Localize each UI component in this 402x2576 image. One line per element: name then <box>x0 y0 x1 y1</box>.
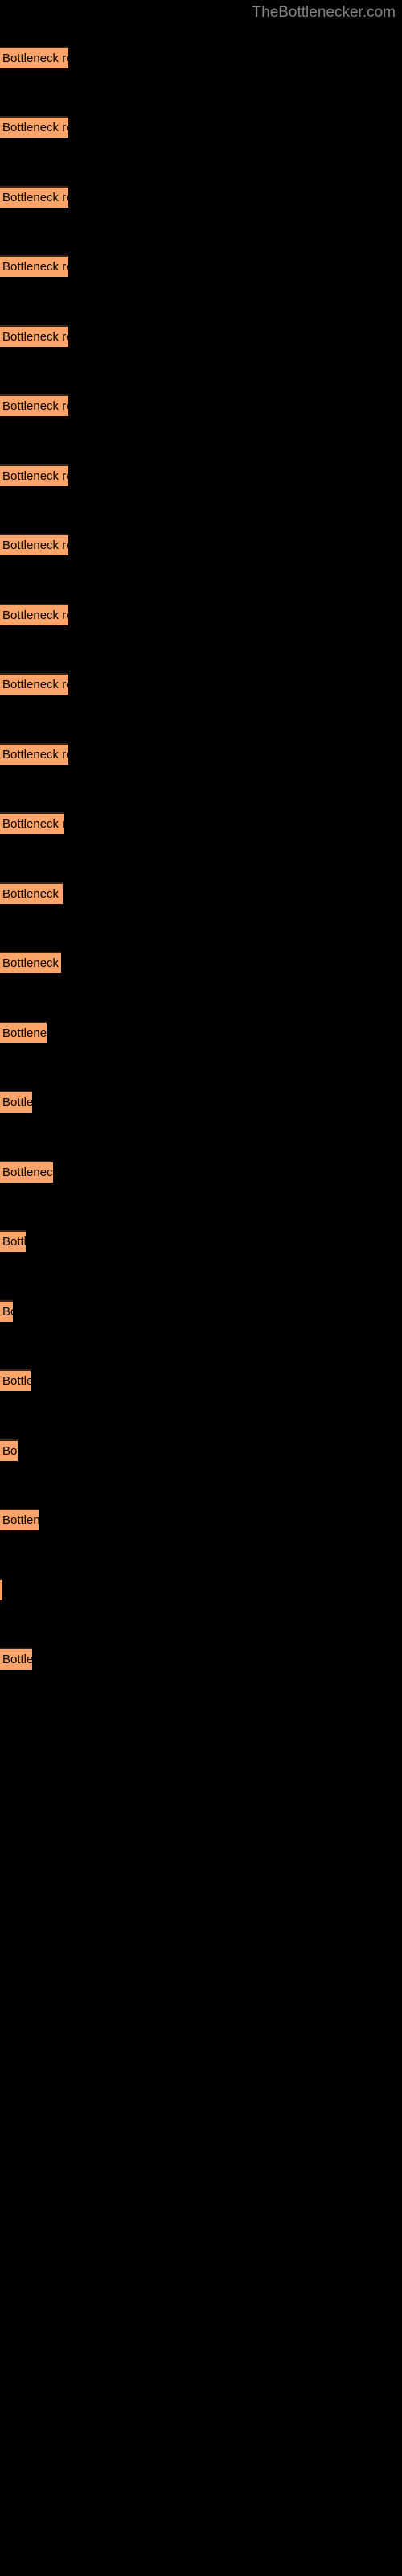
bar-label: Bottleneck result <box>2 887 63 901</box>
bar-item[interactable]: Bottleneck result <box>0 1022 47 1043</box>
bar-item[interactable]: Bottleneck result <box>0 952 61 973</box>
bar-item[interactable]: Bottleneck result <box>0 604 68 625</box>
bar-label: Bottleneck result <box>2 1166 53 1179</box>
bar-item[interactable]: Bottleneck result <box>0 1161 53 1183</box>
bar-label: Bottleneck result <box>2 469 68 483</box>
bar-label: Bottleneck result <box>2 609 68 622</box>
bar-label: Bottleneck result <box>2 1026 47 1040</box>
bar-label: Bottleneck result <box>2 399 68 413</box>
bar-label: Bottleneck result <box>2 956 61 970</box>
bar-item[interactable]: Bottleneck result <box>0 812 64 834</box>
bar-label: Bottleneck result <box>2 1374 31 1388</box>
bar-item[interactable]: Bottleneck result <box>0 1579 2 1600</box>
bar-item[interactable]: Bottleneck result <box>0 1369 31 1391</box>
bar-item[interactable]: Bottleneck result <box>0 673 68 695</box>
bar-label: Bottleneck result <box>2 1513 39 1527</box>
bar-item[interactable]: Bottleneck result <box>0 1648 32 1670</box>
bar-label: Bottleneck result <box>2 539 68 552</box>
bar-item[interactable]: Bottleneck result <box>0 1091 32 1113</box>
bar-label: Bottleneck result <box>2 330 68 344</box>
bar-item[interactable]: Bottleneck result <box>0 1300 13 1322</box>
bar-item[interactable]: Bottleneck result <box>0 743 68 765</box>
bar-item[interactable]: Bottleneck result <box>0 325 68 347</box>
bar-label: Bottleneck result <box>2 1653 32 1666</box>
bar-label: Bottleneck result <box>2 121 68 134</box>
bar-label: Bottleneck result <box>2 1305 13 1319</box>
bar-label: Bottleneck result <box>2 817 64 831</box>
bar-label: Bottleneck result <box>2 1444 18 1458</box>
bar-label: Bottleneck result <box>2 191 68 204</box>
bar-item[interactable]: Bottleneck result <box>0 394 68 416</box>
bar-item[interactable]: Bottleneck result <box>0 116 68 138</box>
bar-item[interactable]: Bottleneck result <box>0 186 68 208</box>
bar-item[interactable]: Bottleneck result <box>0 255 68 277</box>
bar-item[interactable]: Bottleneck result <box>0 464 68 486</box>
bar-label: Bottleneck result <box>2 678 68 691</box>
bar-series: Bottleneck result Bottleneck result Bottle… <box>0 0 402 2576</box>
bar-item[interactable]: Bottleneck result <box>0 1230 26 1252</box>
bar-item[interactable]: Bottleneck result <box>0 882 63 904</box>
bar-item[interactable]: Bottleneck result <box>0 534 68 555</box>
bar-label: Bottleneck result <box>2 52 68 65</box>
chart-canvas: TheBottlenecker.com Bottleneck resultBot… <box>0 0 402 2576</box>
bar-item[interactable]: Bottleneck result <box>0 1509 39 1530</box>
bar-item[interactable]: Bottleneck result <box>0 1439 18 1461</box>
bar-label: Bottleneck result <box>2 748 68 762</box>
bar-label: Bottleneck result <box>2 1096 32 1109</box>
bar-label: Bottleneck result <box>2 1235 26 1249</box>
bar-item[interactable]: Bottleneck result <box>0 47 68 68</box>
bar-label: Bottleneck result <box>2 260 68 274</box>
